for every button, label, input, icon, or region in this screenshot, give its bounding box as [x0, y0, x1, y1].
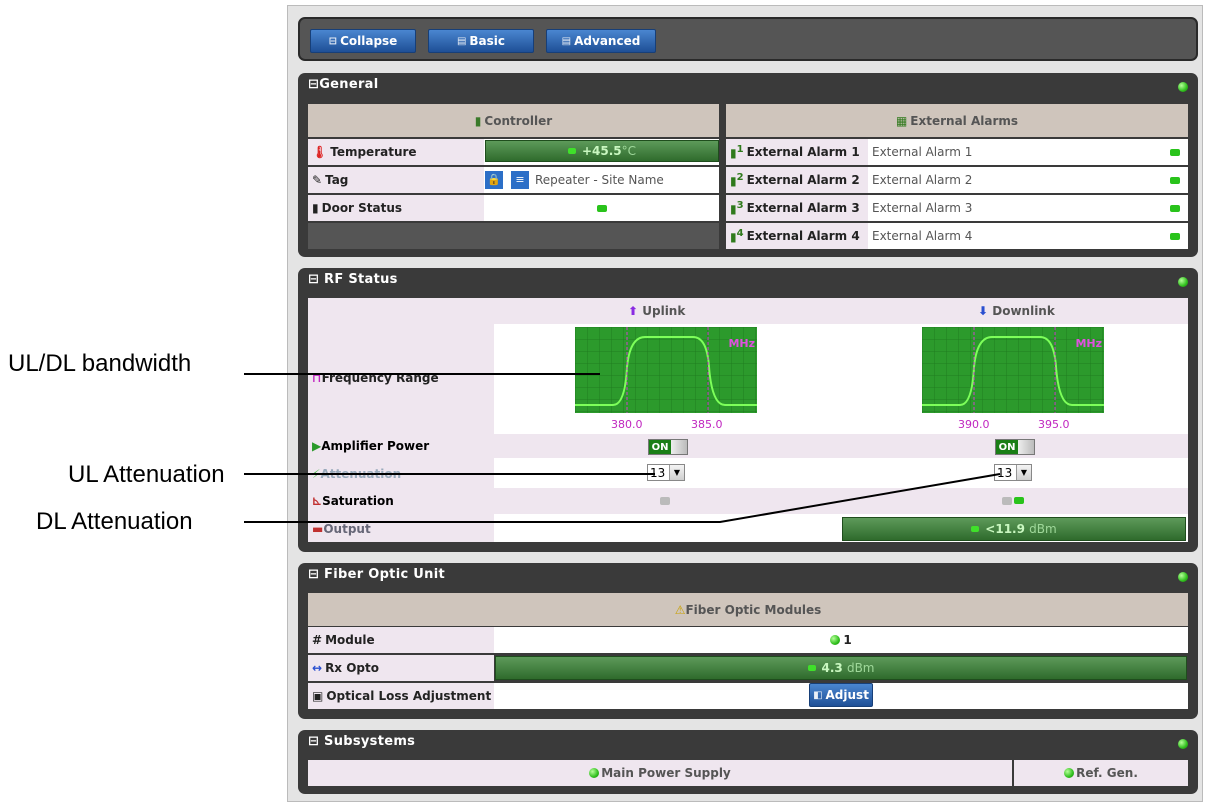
- annotation-lines: [244, 373, 1001, 523]
- dl-attenuation-leader-line: [244, 473, 1001, 523]
